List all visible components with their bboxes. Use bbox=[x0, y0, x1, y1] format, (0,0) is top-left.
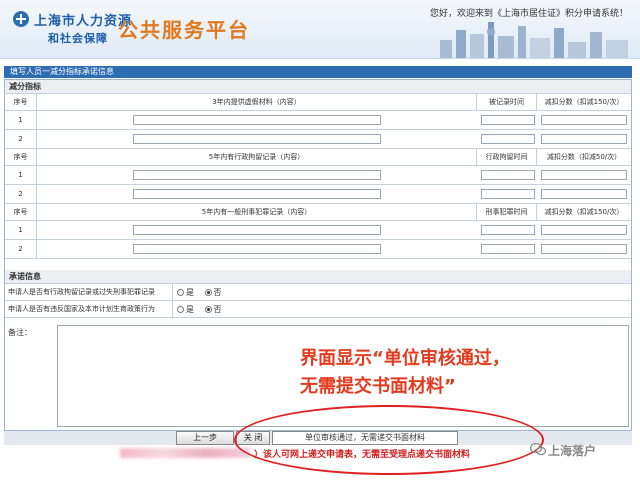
score-input[interactable] bbox=[541, 115, 627, 125]
pledge-row-1: 申请人是否有行政拘留记录或过失刑事犯罪记录 是 否 bbox=[5, 284, 631, 301]
pledge-question-2: 申请人是否有违反国家及本市计划生育政策行为 bbox=[5, 301, 173, 317]
group3-header: 序号 5年内有一般刑事犯罪记录（内容） 刑事犯罪时间 减扣分数（扣减150/次） bbox=[5, 204, 631, 221]
time-input[interactable] bbox=[481, 189, 535, 199]
radio-yes[interactable] bbox=[177, 306, 184, 313]
site-header: 上海市人力资源 和社会保障 公共服务平台 您好，欢迎来到《上海市居住证》积分申请… bbox=[0, 0, 640, 59]
highlight-oval bbox=[234, 405, 544, 475]
radio-no[interactable] bbox=[204, 306, 212, 313]
content-input[interactable] bbox=[133, 244, 381, 254]
wechat-icon bbox=[530, 442, 546, 456]
annotation-line2: 无需提交书面材料” bbox=[300, 376, 456, 397]
radio-yes-label: 是 bbox=[186, 288, 194, 297]
row-number: 1 bbox=[5, 221, 37, 239]
row-number: 1 bbox=[5, 111, 37, 129]
content-input[interactable] bbox=[133, 225, 381, 235]
city-skyline-image bbox=[440, 22, 628, 58]
row-number: 1 bbox=[5, 166, 37, 184]
score-input[interactable] bbox=[541, 244, 627, 254]
prev-step-button[interactable]: 上一步 bbox=[176, 431, 234, 445]
radio-no[interactable] bbox=[204, 289, 212, 296]
col-header-no: 序号 bbox=[5, 149, 37, 165]
row-number: 2 bbox=[5, 185, 37, 203]
col-header-score: 减扣分数（扣减50/次） bbox=[546, 153, 622, 161]
section-deduction: 减分指标 bbox=[5, 80, 631, 94]
logo-icon bbox=[13, 11, 29, 27]
radio-yes-label: 是 bbox=[186, 305, 194, 314]
col-header-time: 行政拘留时间 bbox=[477, 149, 537, 165]
pledge-question-1: 申请人是否有行政拘留记录或过失刑事犯罪记录 bbox=[5, 284, 173, 300]
time-input[interactable] bbox=[481, 225, 535, 235]
time-input[interactable] bbox=[481, 244, 535, 254]
time-input[interactable] bbox=[481, 170, 535, 180]
content-input[interactable] bbox=[133, 115, 381, 125]
panel-title-bar: 填写人员一减分指标承诺信息 bbox=[4, 66, 632, 78]
table-row: 2 bbox=[5, 130, 631, 149]
section-pledge-label: 承诺信息 bbox=[9, 272, 41, 281]
content-input[interactable] bbox=[133, 170, 381, 180]
radio-no-label: 否 bbox=[213, 288, 222, 297]
score-input[interactable] bbox=[541, 225, 627, 235]
panel-title: 填写人员一减分指标承诺信息 bbox=[10, 67, 114, 76]
score-input[interactable] bbox=[541, 189, 627, 199]
time-input[interactable] bbox=[481, 134, 535, 144]
table-row: 1 bbox=[5, 221, 631, 240]
score-input[interactable] bbox=[541, 170, 627, 180]
col-header-no: 序号 bbox=[5, 204, 37, 220]
col-header-score: 减扣分数（扣减150/次） bbox=[544, 98, 624, 106]
radio-yes[interactable] bbox=[177, 289, 184, 296]
score-input[interactable] bbox=[541, 134, 627, 144]
row-number: 2 bbox=[5, 130, 37, 148]
col-header-score: 减扣分数（扣减150/次） bbox=[544, 208, 624, 216]
section-deduction-label: 减分指标 bbox=[9, 82, 41, 91]
time-input[interactable] bbox=[481, 115, 535, 125]
content-input[interactable] bbox=[133, 189, 381, 199]
col-header-content: 5年内有行政拘留记录（内容） bbox=[37, 149, 477, 165]
content-input[interactable] bbox=[133, 134, 381, 144]
table-row: 2 bbox=[5, 185, 631, 204]
pledge-options-1: 是 否 bbox=[177, 287, 222, 298]
group1-header: 序号 3年内提供虚假材料（内容） 被记录时间 减扣分数（扣减150/次） bbox=[5, 94, 631, 111]
brand-title: 公共服务平台 bbox=[118, 18, 250, 42]
pledge-row-2: 申请人是否有违反国家及本市计划生育政策行为 是 否 bbox=[5, 301, 631, 318]
col-header-no: 序号 bbox=[5, 94, 37, 110]
col-header-time: 被记录时间 bbox=[477, 94, 537, 110]
col-header-content: 3年内提供虚假材料（内容） bbox=[37, 94, 477, 110]
group2-header: 序号 5年内有行政拘留记录（内容） 行政拘留时间 减扣分数（扣减50/次） bbox=[5, 149, 631, 166]
pledge-options-2: 是 否 bbox=[177, 304, 222, 315]
section-pledge: 承诺信息 bbox=[5, 270, 631, 284]
redacted-text bbox=[120, 448, 250, 458]
brand-line2: 和社会保障 bbox=[48, 32, 108, 45]
welcome-message: 您好，欢迎来到《上海市居住证》积分申请系统！ bbox=[430, 9, 629, 19]
annotation-line1: 界面显示“单位审核通过， bbox=[300, 348, 510, 369]
col-header-time: 刑事犯罪时间 bbox=[477, 204, 537, 220]
remark-label: 备注： bbox=[8, 328, 32, 337]
radio-no-label: 否 bbox=[213, 305, 222, 314]
row-number: 2 bbox=[5, 240, 37, 258]
col-header-content: 5年内有一般刑事犯罪记录（内容） bbox=[37, 204, 477, 220]
watermark-text: 上海落户 bbox=[548, 444, 597, 458]
table-row: 1 bbox=[5, 111, 631, 130]
table-row: 1 bbox=[5, 166, 631, 185]
table-row: 2 bbox=[5, 240, 631, 259]
